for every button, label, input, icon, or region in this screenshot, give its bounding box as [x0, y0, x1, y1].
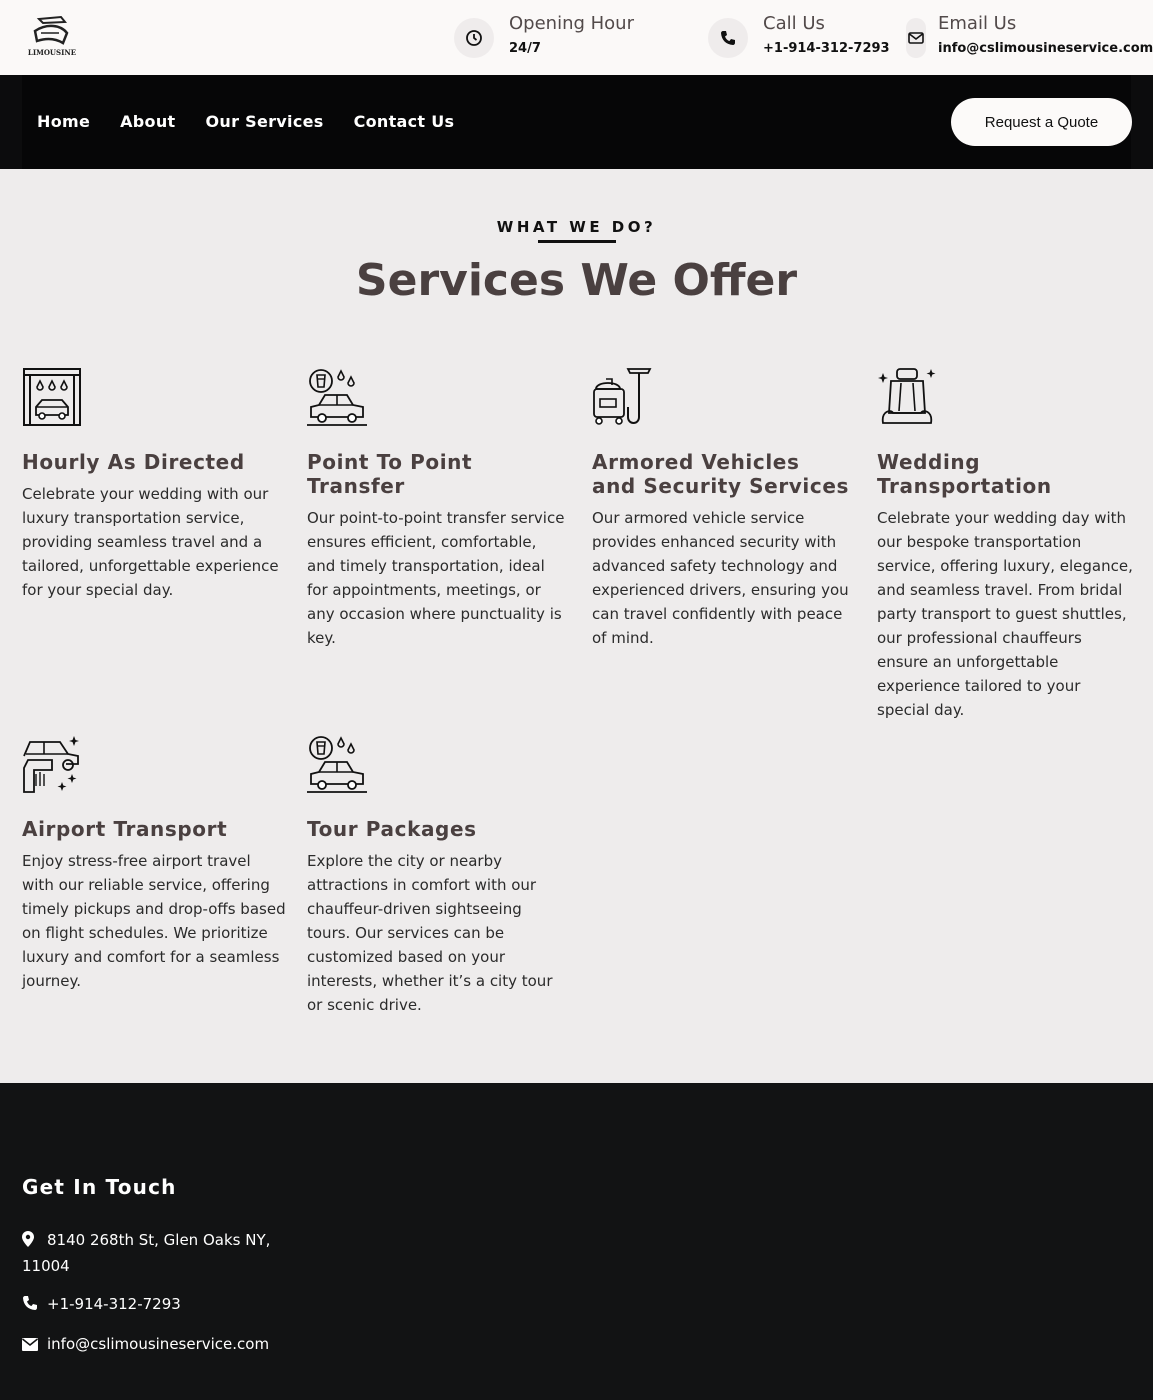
call-us-info: Call Us +1-914-312-7293 — [708, 12, 890, 58]
request-quote-button[interactable]: Request a Quote — [951, 98, 1132, 146]
car-with-drops-icon — [307, 369, 367, 426]
service-description: Our point-to-point transfer service ensu… — [307, 509, 565, 647]
call-us-phone-link[interactable]: +1-914-312-7293 — [763, 41, 890, 56]
main-navigation: Home About Our Services Contact Us Reque… — [0, 75, 1153, 169]
service-description: Celebrate your wedding with our luxury t… — [22, 485, 279, 599]
logo-text: LIMOUSINE — [28, 48, 76, 57]
service-card[interactable]: Wedding Transportation Celebrate your we… — [877, 367, 1137, 722]
email-us-info: Email Us info@cslimousineservice.com — [906, 12, 1153, 58]
limousine-logo-icon: LIMOUSINE — [28, 15, 76, 57]
phone-icon — [22, 1294, 40, 1318]
service-description: Explore the city or nearby attractions i… — [307, 852, 553, 1014]
clock-icon — [454, 18, 494, 58]
phone-icon — [708, 18, 748, 58]
footer-email[interactable]: info@cslimousineservice.com — [22, 1332, 282, 1358]
map-pin-icon — [22, 1230, 40, 1254]
service-title: Wedding Transportation — [877, 450, 1052, 498]
email-us-title: Email Us — [938, 13, 1017, 34]
section-eyebrow: WHAT WE DO? — [496, 218, 657, 236]
envelope-icon — [906, 18, 926, 58]
vacuum-cleaner-icon — [593, 368, 652, 425]
footer-title: Get In Touch — [22, 1175, 177, 1199]
nav-item-our-services[interactable]: Our Services — [205, 112, 323, 131]
email-us-link[interactable]: info@cslimousineservice.com — [938, 41, 1153, 56]
section-title: Services We Offer — [355, 255, 798, 306]
eyebrow-underline — [538, 240, 616, 243]
service-title: Tour Packages — [307, 817, 477, 841]
car-with-drops-icon — [307, 736, 367, 793]
nav-item-contact-us[interactable]: Contact Us — [354, 112, 455, 131]
nav-item-about[interactable]: About — [120, 112, 175, 131]
call-us-title: Call Us — [763, 13, 825, 34]
brand-logo[interactable]: LIMOUSINE — [27, 13, 77, 59]
service-card[interactable]: Hourly As Directed Celebrate your weddin… — [22, 367, 284, 602]
service-description: Our armored vehicle service provides enh… — [592, 509, 849, 647]
service-title: Airport Transport — [22, 817, 228, 841]
footer-phone-text[interactable]: +1-914-312-7293 — [47, 1295, 181, 1313]
footer-phone[interactable]: +1-914-312-7293 — [22, 1292, 282, 1318]
service-card[interactable]: Tour Packages Explore the city or nearby… — [307, 734, 569, 1017]
service-description: Celebrate your wedding day with our besp… — [877, 509, 1133, 719]
car-polish-icon — [23, 736, 79, 793]
services-section: WHAT WE DO? Services We Offer Hourly As … — [0, 169, 1153, 1083]
footer-address-text: 8140 268th St, Glen Oaks NY, 11004 — [22, 1231, 271, 1275]
footer-address: 8140 268th St, Glen Oaks NY, 11004 — [22, 1228, 282, 1278]
service-card[interactable]: Armored Vehicles and Security Services O… — [592, 367, 850, 650]
service-title: Armored Vehicles and Security Services — [592, 450, 850, 498]
top-info-bar: LIMOUSINE Opening Hour 24/7 Call Us +1-9… — [0, 0, 1153, 75]
service-title: Hourly As Directed — [22, 450, 245, 474]
car-wash-icon — [23, 368, 81, 426]
opening-hours-title: Opening Hour — [509, 13, 634, 34]
envelope-icon — [22, 1334, 40, 1358]
footer-email-text[interactable]: info@cslimousineservice.com — [47, 1335, 269, 1353]
footer: Get In Touch 8140 268th St, Glen Oaks NY… — [0, 1083, 1153, 1400]
service-description: Enjoy stress-free airport travel with ou… — [22, 852, 286, 990]
nav-item-home[interactable]: Home — [37, 112, 90, 131]
opening-hours-info: Opening Hour 24/7 — [454, 12, 634, 58]
service-title: Point To Point Transfer — [307, 450, 473, 498]
nav-menu: Home About Our Services Contact Us — [37, 112, 484, 131]
service-card[interactable]: Point To Point Transfer Our point-to-poi… — [307, 367, 569, 650]
car-seat-icon — [878, 368, 936, 424]
opening-hours-value: 24/7 — [509, 41, 541, 56]
service-card[interactable]: Airport Transport Enjoy stress-free airp… — [22, 734, 287, 993]
